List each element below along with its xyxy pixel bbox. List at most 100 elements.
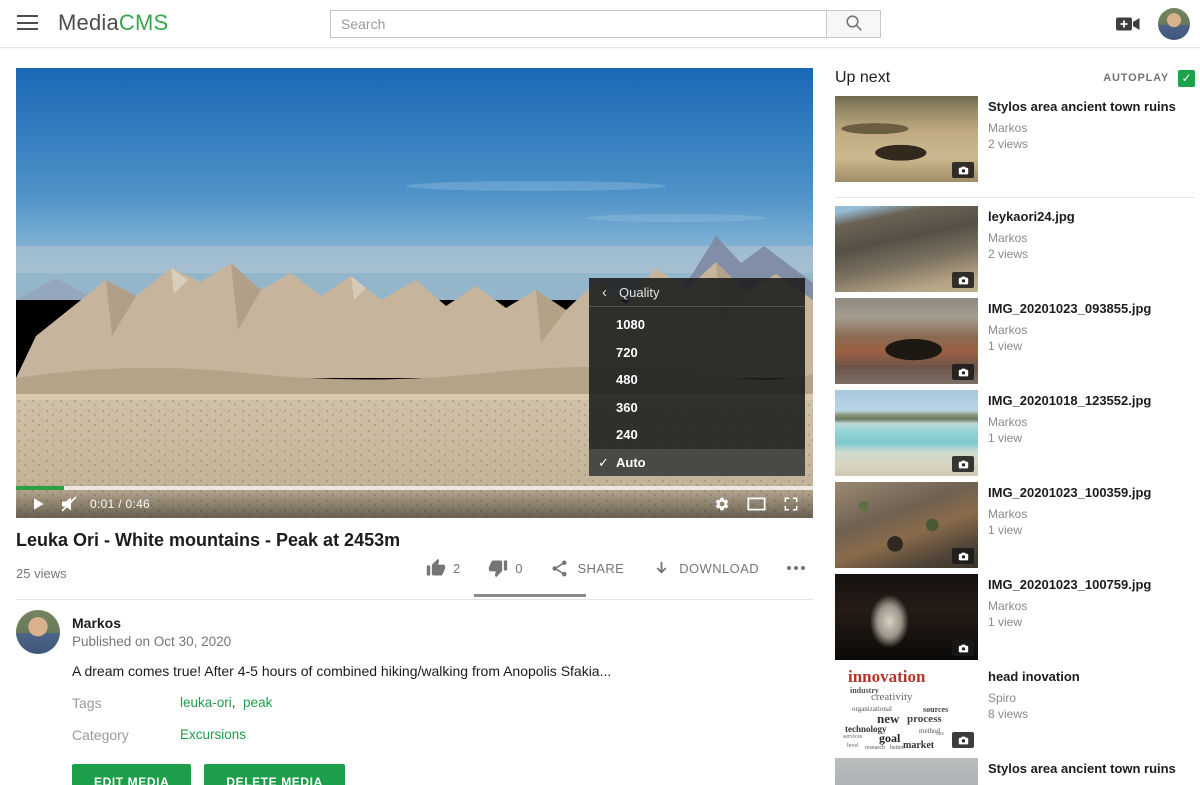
upnext-thumbnail[interactable]: [835, 96, 978, 182]
upnext-thumbnail[interactable]: [835, 758, 978, 785]
camera-badge-icon: [952, 640, 974, 656]
wordcloud-word: process: [907, 713, 942, 725]
fullscreen-button[interactable]: [783, 496, 799, 512]
camera-badge-icon: [952, 272, 974, 288]
upnext-thumbnail[interactable]: innovationindustrycreativityorganization…: [835, 666, 978, 752]
quality-option-label: Auto: [616, 455, 646, 470]
upnext-item-views: 2 views: [988, 247, 1188, 261]
upnext-item[interactable]: IMG_20201018_123552.jpg Markos 1 view: [835, 390, 1195, 476]
app-logo[interactable]: MediaCMS: [58, 10, 168, 36]
quality-option[interactable]: ✓ 480: [589, 366, 805, 394]
tags-label: Tags: [72, 695, 102, 711]
quality-option[interactable]: ✓ 240: [589, 421, 805, 449]
upnext-item-views: 1 view: [988, 431, 1188, 445]
category-label: Category: [72, 727, 129, 743]
upnext-item-author: Markos: [988, 231, 1188, 245]
delete-media-button[interactable]: DELETE MEDIA: [204, 764, 345, 785]
quality-option[interactable]: ✓ 720: [589, 339, 805, 367]
like-count: 2: [453, 561, 460, 576]
upnext-item[interactable]: Stylos area ancient town ruins: [835, 758, 1195, 785]
upnext-item[interactable]: IMG_20201023_100359.jpg Markos 1 view: [835, 482, 1195, 568]
play-button[interactable]: [30, 496, 46, 512]
actions-row: 2 0 SHARE DOWNLOAD: [426, 558, 805, 578]
up-next-sidebar: Up next AUTOPLAY ✓ Stylos area ancient t…: [835, 68, 1195, 785]
upnext-item[interactable]: Stylos area ancient town ruins Markos 2 …: [835, 96, 1195, 198]
tag-link[interactable]: leuka-ori: [180, 695, 232, 710]
more-dots-icon: [787, 566, 805, 570]
upnext-item-title[interactable]: IMG_20201023_100359.jpg: [988, 485, 1188, 501]
upload-media-icon[interactable]: [1115, 15, 1141, 33]
quality-option-label: 240: [616, 427, 638, 442]
upnext-item-views: 8 views: [988, 707, 1188, 721]
settings-button[interactable]: [714, 496, 730, 512]
quality-option[interactable]: ✓ Auto: [589, 449, 805, 477]
quality-option[interactable]: ✓ 360: [589, 394, 805, 422]
divider: [16, 599, 813, 600]
edit-media-button[interactable]: EDIT MEDIA: [72, 764, 191, 785]
upnext-thumbnail[interactable]: [835, 574, 978, 660]
search-icon: [845, 14, 863, 35]
upnext-item-title[interactable]: IMG_20201023_093855.jpg: [988, 301, 1188, 317]
quality-menu-title: Quality: [619, 285, 659, 300]
quality-options: ✓ 1080 ✓ 720 ✓ 480 ✓ 360 ✓ 240 ✓ Auto: [589, 307, 805, 476]
quality-menu-header[interactable]: ‹ Quality: [589, 278, 805, 307]
media-buttons: EDIT MEDIA DELETE MEDIA: [72, 764, 345, 785]
search-button[interactable]: [826, 10, 881, 38]
user-avatar[interactable]: [1158, 8, 1190, 40]
video-player[interactable]: ‹ Quality ✓ 1080 ✓ 720 ✓ 480 ✓ 360 ✓ 240…: [16, 68, 813, 518]
upnext-item-views: 1 view: [988, 339, 1188, 353]
upnext-item[interactable]: IMG_20201023_100759.jpg Markos 1 view: [835, 574, 1195, 660]
logo-text-cms: CMS: [119, 10, 169, 35]
back-chevron-icon: ‹: [602, 285, 607, 300]
check-icon: ✓: [598, 449, 609, 477]
search-input[interactable]: [330, 10, 826, 38]
like-button[interactable]: 2: [426, 558, 460, 578]
dislike-count: 0: [515, 561, 522, 576]
camera-badge-icon: [952, 162, 974, 178]
upnext-item[interactable]: innovationindustrycreativityorganization…: [835, 666, 1195, 752]
theater-mode-button[interactable]: [747, 497, 766, 511]
more-actions-button[interactable]: [787, 566, 805, 570]
upnext-item-author: Markos: [988, 507, 1188, 521]
wordcloud-word: creativity: [871, 691, 913, 703]
upnext-item-title[interactable]: Stylos area ancient town ruins: [988, 99, 1188, 115]
upnext-thumbnail[interactable]: [835, 390, 978, 476]
download-button[interactable]: DOWNLOAD: [652, 559, 759, 578]
quality-option-label: 480: [616, 372, 638, 387]
upnext-item-title[interactable]: IMG_20201018_123552.jpg: [988, 393, 1188, 409]
camera-badge-icon: [952, 548, 974, 564]
menu-icon[interactable]: [17, 15, 39, 33]
upnext-list: Stylos area ancient town ruins Markos 2 …: [835, 96, 1195, 785]
search-bar: [330, 10, 881, 38]
upnext-thumbnail[interactable]: [835, 298, 978, 384]
thumbs-up-icon: [426, 558, 446, 578]
upnext-item[interactable]: leykaori24.jpg Markos 2 views: [835, 206, 1195, 292]
upnext-thumbnail[interactable]: [835, 482, 978, 568]
wordcloud-word: better: [890, 745, 904, 751]
author-name[interactable]: Markos: [72, 615, 121, 631]
upnext-item-title[interactable]: Stylos area ancient town ruins: [988, 761, 1188, 777]
upnext-item[interactable]: IMG_20201023_093855.jpg Markos 1 view: [835, 298, 1195, 384]
quality-menu: ‹ Quality ✓ 1080 ✓ 720 ✓ 480 ✓ 360 ✓ 240…: [589, 278, 805, 476]
upnext-item-title[interactable]: head inovation: [988, 669, 1188, 685]
quality-option[interactable]: ✓ 1080: [589, 311, 805, 339]
tag-separator: ,: [232, 695, 243, 710]
category-link[interactable]: Excursions: [180, 727, 246, 742]
upnext-thumbnail[interactable]: [835, 206, 978, 292]
download-label: DOWNLOAD: [679, 561, 759, 576]
author-avatar[interactable]: [16, 610, 60, 654]
fullscreen-icon: [783, 496, 799, 512]
quality-option-label: 360: [616, 400, 638, 415]
dislike-button[interactable]: 0: [488, 558, 522, 578]
wordcloud-word: market: [903, 740, 934, 751]
autoplay-checkbox[interactable]: ✓: [1178, 70, 1195, 87]
up-next-title: Up next: [835, 69, 890, 87]
tag-link[interactable]: peak: [243, 695, 272, 710]
upnext-item-title[interactable]: leykaori24.jpg: [988, 209, 1188, 225]
wordcloud-word: use: [936, 731, 944, 737]
share-button[interactable]: SHARE: [550, 559, 624, 578]
mute-button[interactable]: [60, 495, 78, 513]
quality-option-label: 720: [616, 345, 638, 360]
tag-list: leuka-ori, peak: [180, 695, 272, 710]
upnext-item-title[interactable]: IMG_20201023_100759.jpg: [988, 577, 1188, 593]
